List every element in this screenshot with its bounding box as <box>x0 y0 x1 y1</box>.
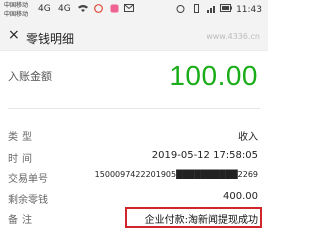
alarm-icon <box>176 4 185 16</box>
time-label: 时间 <box>8 154 36 165</box>
battery-icon <box>220 4 232 15</box>
balance-value: 400.00 <box>223 191 258 202</box>
type-label: 类型 <box>8 132 36 143</box>
nav-bar: × 零钱明细 www.4336.cn <box>0 24 268 50</box>
transaction-label: 交易单号 <box>8 174 48 185</box>
transaction-value: 1500097422201905██████████2269 <box>94 170 258 179</box>
note-label: 备注 <box>8 215 36 226</box>
detail-row-type: 类型 收入 <box>0 128 268 144</box>
amount-value: 100.00 <box>169 60 258 91</box>
vibrate-icon <box>192 4 201 16</box>
balance-label: 剩余零钱 <box>8 195 48 206</box>
highlight-box <box>125 207 262 228</box>
page-title: 零钱明细 <box>26 32 75 46</box>
time-value: 2019-05-12 17:58:05 <box>151 150 258 161</box>
detail-row-transaction: 交易单号 1500097422201905██████████2269 <box>0 170 268 186</box>
carrier-label-2: 中国移动 <box>4 11 29 18</box>
app-icon <box>110 4 119 16</box>
signal-4g-label-2: 4G <box>58 4 71 14</box>
carrier-label-1: 中国移动 <box>4 2 29 9</box>
signal-bars-icon <box>207 4 217 16</box>
notification-icon <box>94 4 103 16</box>
watermark-text: www.4336.cn <box>206 32 260 41</box>
close-icon[interactable]: × <box>8 27 20 43</box>
signal-4g-label-1: 4G <box>38 4 51 14</box>
clock-time: 11:43 <box>236 5 262 15</box>
divider <box>8 108 260 109</box>
detail-row-balance: 剩余零钱 400.00 <box>0 191 268 207</box>
divider <box>0 50 268 51</box>
type-value: 收入 <box>238 132 258 143</box>
detail-row-time: 时间 2019-05-12 17:58:05 <box>0 150 268 166</box>
amount-label: 入账金额 <box>8 70 52 83</box>
mail-icon <box>124 4 134 15</box>
wifi-icon <box>78 4 88 16</box>
status-bar: 中国移动 中国移动 4G 4G 11:43 <box>0 0 268 24</box>
